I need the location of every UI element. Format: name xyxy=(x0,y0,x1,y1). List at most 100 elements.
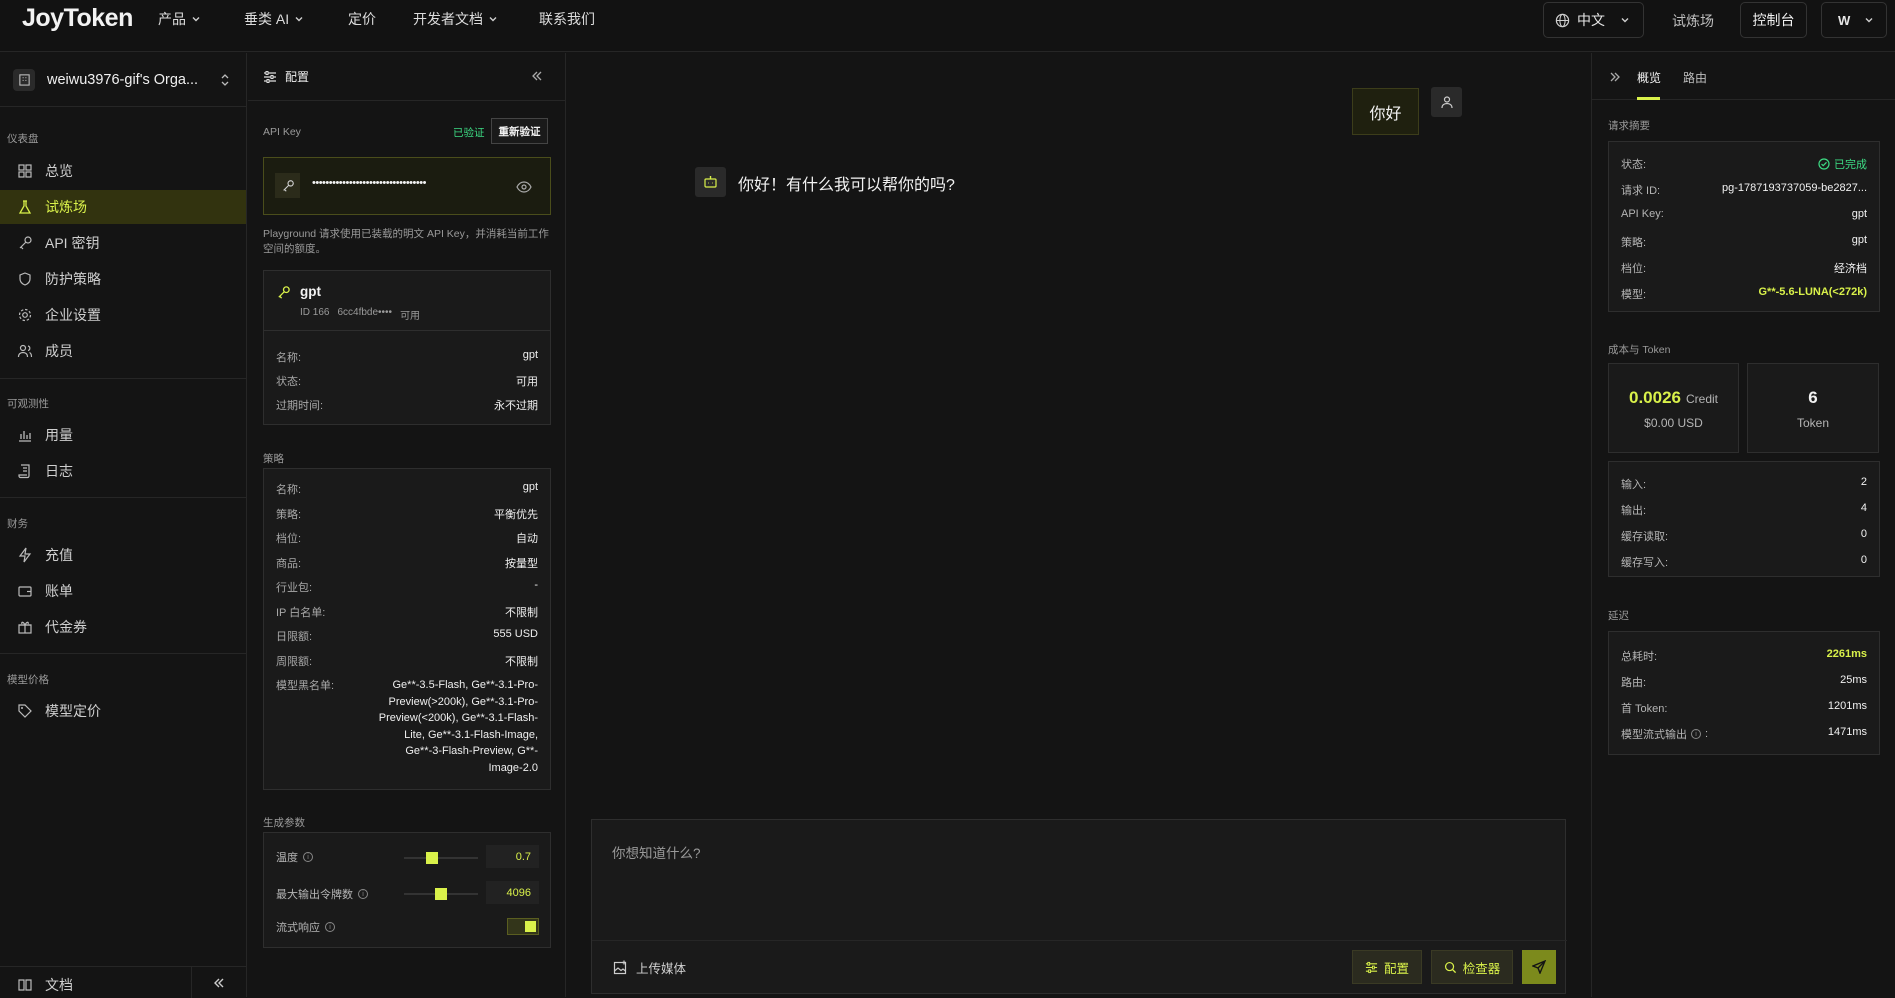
send-icon xyxy=(1532,960,1546,974)
slider-thumb[interactable] xyxy=(425,852,438,864)
summary-row: API Key: gpt xyxy=(1621,208,1867,220)
send-button[interactable] xyxy=(1522,950,1556,984)
key-row: 状态: 可用 xyxy=(276,373,538,389)
max-tokens-slider[interactable] xyxy=(404,888,478,900)
tab-routing[interactable]: 路由 xyxy=(1683,69,1707,86)
key-name: gpt xyxy=(300,284,321,299)
divider xyxy=(264,330,550,331)
docs-link[interactable]: 文档 xyxy=(17,975,73,995)
sidebar-item-api-keys[interactable]: API 密钥 xyxy=(0,226,246,260)
gen-params-label: 生成参数 xyxy=(263,817,305,829)
collapse-sidebar-button[interactable] xyxy=(191,967,246,998)
sidebar-item-vouchers[interactable]: 代金券 xyxy=(0,610,246,644)
summary-row: 档位: 经济档 xyxy=(1621,260,1867,276)
verified-status: 已验证 xyxy=(453,127,485,139)
composer: 你想知道什么? 上传媒体 配置 检查器 xyxy=(591,819,1567,994)
nav-label: 定价 xyxy=(348,11,376,27)
config-button[interactable]: 配置 xyxy=(1352,950,1422,984)
sidebar-item-topup[interactable]: 充值 xyxy=(0,538,246,572)
token-row: 缓存写入: 0 xyxy=(1621,554,1867,570)
sidebar-item-usage[interactable]: 用量 xyxy=(0,418,246,452)
nav-label: 产品 xyxy=(158,11,186,27)
image-plus-icon xyxy=(613,960,627,975)
sidebar-item-logs[interactable]: 日志 xyxy=(0,454,246,488)
credit-card: 0.0026 Credit $0.00 USD xyxy=(1608,363,1739,453)
inspector-button-label: 检查器 xyxy=(1462,961,1501,976)
policy-label: 策略 xyxy=(263,453,284,465)
key-icon xyxy=(275,173,300,198)
sidebar-item-playground[interactable]: 试炼场 xyxy=(0,190,246,224)
eye-icon[interactable] xyxy=(516,180,532,194)
sidebar-item-overview[interactable]: 总览 xyxy=(0,154,246,188)
key-row-value: 可用 xyxy=(516,376,538,388)
playground-link[interactable]: 试炼场 xyxy=(1672,11,1714,31)
temperature-slider[interactable] xyxy=(404,852,478,864)
token-row-label: 输出: xyxy=(1621,505,1647,517)
sidebar-item-label: 代金券 xyxy=(45,619,87,635)
slider-thumb[interactable] xyxy=(435,888,447,900)
sidebar-item-label: 防护策略 xyxy=(45,271,101,287)
policy-card: 名称: gpt 策略: 平衡优先 档位: 自动 商品: 按量型 行业包: - IP 白名单… xyxy=(263,468,551,790)
nav-pricing[interactable]: 定价 xyxy=(348,0,376,38)
latency-row-label: 首 Token: xyxy=(1621,703,1668,715)
token-row: 缓存读取: 0 xyxy=(1621,528,1867,544)
tab-overview[interactable]: 概览 xyxy=(1637,69,1661,86)
summary-row-value: gpt xyxy=(1851,208,1867,220)
policy-row: 日限额: 555 USD xyxy=(276,628,538,644)
temperature-input[interactable]: 0.7 xyxy=(486,845,539,868)
total-latency: 2261ms xyxy=(1826,648,1867,660)
inspector-button[interactable]: 检查器 xyxy=(1431,950,1513,984)
token-row-value: 2 xyxy=(1860,476,1867,488)
policy-row-blacklist: 模型黑名单: Ge**-3.5-Flash, Ge**-3.1-Pro- Pre… xyxy=(276,677,538,776)
scroll-icon xyxy=(18,464,30,479)
info-icon: i xyxy=(1691,729,1701,739)
policy-row-label: 商品: xyxy=(276,558,302,570)
model-blacklist: Ge**-3.5-Flash, Ge**-3.1-Pro- Preview(>2… xyxy=(379,677,538,776)
sidebar-item-policies[interactable]: 防护策略 xyxy=(0,262,246,296)
grid-icon xyxy=(18,164,32,178)
latency-row-value: 1471ms xyxy=(1827,726,1867,738)
reverify-button[interactable]: 重新验证 xyxy=(491,118,548,144)
building-icon xyxy=(13,68,35,91)
sidebar-item-label: 充值 xyxy=(45,547,73,563)
language-label: 中文 xyxy=(1577,12,1605,28)
nav-product[interactable]: 产品 xyxy=(158,0,201,38)
policy-row-value: 555 USD xyxy=(493,628,538,640)
top-navbar: JoyToken 产品 垂类 AI 定价 开发者文档 联系我们 中文 试炼场 控… xyxy=(0,0,1895,52)
logo[interactable]: JoyToken xyxy=(22,4,133,33)
nav-docs[interactable]: 开发者文档 xyxy=(413,0,498,38)
api-key-field[interactable]: •••••••••••••••••••••••••••••••••• xyxy=(263,157,551,215)
blacklist-line: Lite, Ge**-3.1-Flash-Image, xyxy=(404,728,538,741)
user-menu[interactable]: W xyxy=(1821,2,1887,38)
sidebar-item-settings[interactable]: 企业设置 xyxy=(0,298,246,332)
double-chevron-left-icon[interactable] xyxy=(531,70,543,82)
prompt-input[interactable]: 你想知道什么? xyxy=(612,842,701,862)
nav-vertical-ai[interactable]: 垂类 AI xyxy=(244,0,304,38)
credit-unit: Credit xyxy=(1685,392,1718,406)
config-title: 配置 xyxy=(285,70,310,84)
org-switcher[interactable]: weiwu3976-gif's Orga... xyxy=(0,53,246,107)
policy-row: 商品: 按量型 xyxy=(276,555,538,571)
latency-row-label-wrap: 模型流式输出 i: xyxy=(1621,726,1708,742)
token-breakdown-card: 输入: 2 输出: 4 缓存读取: 0 缓存写入: 0 xyxy=(1608,461,1880,577)
stream-toggle[interactable] xyxy=(507,918,539,935)
sidebar-item-model-pricing[interactable]: 模型定价 xyxy=(0,694,246,728)
sidebar-item-label: 成员 xyxy=(45,343,73,359)
latency-row-label: 模型流式输出 xyxy=(1621,729,1687,741)
divider xyxy=(592,940,1567,941)
sidebar-item-billing[interactable]: 账单 xyxy=(0,574,246,608)
info-icon: i xyxy=(325,922,335,932)
sidebar-item-members[interactable]: 成员 xyxy=(0,334,246,368)
language-selector[interactable]: 中文 xyxy=(1543,2,1644,38)
double-chevron-right-icon[interactable] xyxy=(1609,71,1621,83)
upload-media-button[interactable]: 上传媒体 xyxy=(613,958,686,977)
config-panel: 配置 API Key 已验证 重新验证 ••••••••••••••••••••… xyxy=(248,53,566,997)
console-button[interactable]: 控制台 xyxy=(1740,2,1807,38)
request-id[interactable]: pg-1787193737059-be2827... xyxy=(1722,182,1867,198)
status-text: 已完成 xyxy=(1834,159,1867,171)
nav-contact[interactable]: 联系我们 xyxy=(539,0,595,38)
max-tokens-input[interactable]: 4096 xyxy=(486,881,539,904)
max-tokens-label-row: 最大输出令牌数 i xyxy=(276,886,368,902)
sidebar-item-label: 总览 xyxy=(45,163,73,179)
latency-row: 路由: 25ms xyxy=(1621,674,1867,690)
